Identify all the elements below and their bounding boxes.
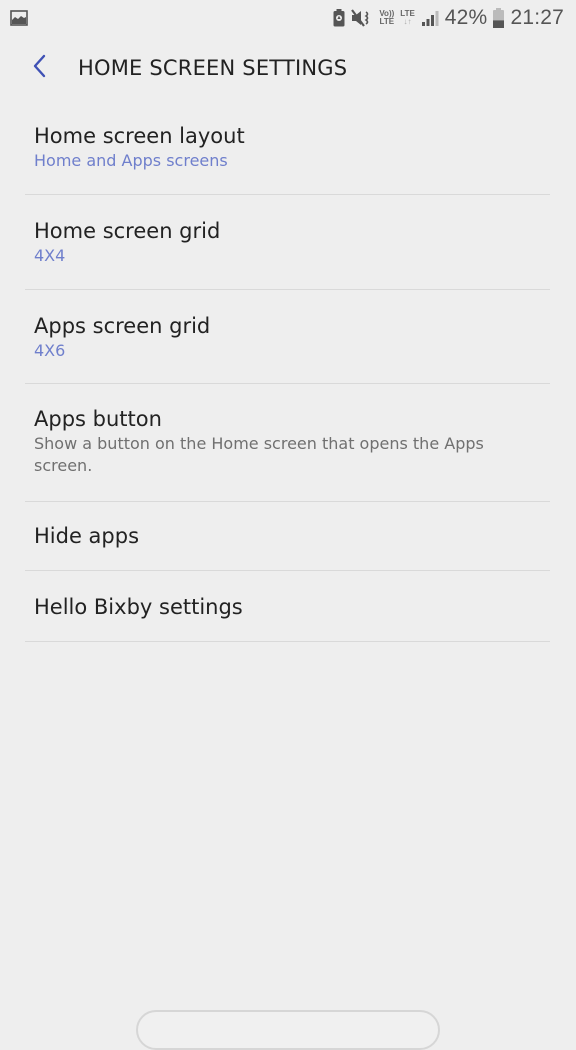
setting-title: Hide apps xyxy=(34,524,140,548)
volte-label-bottom: LTE xyxy=(379,17,395,26)
setting-title: Hello Bixby settings xyxy=(34,595,243,619)
page-title: HOME SCREEN SETTINGS xyxy=(78,56,348,80)
setting-apps-screen-grid[interactable]: Apps screen grid 4X6 xyxy=(25,290,550,384)
signal-icon xyxy=(421,9,439,27)
volte-icon: Vo)) LTE xyxy=(379,10,394,26)
setting-home-screen-grid[interactable]: Home screen grid 4X4 xyxy=(25,195,550,290)
setting-title: Home screen grid xyxy=(34,219,221,243)
back-button[interactable] xyxy=(18,46,62,90)
setting-title: Apps button xyxy=(34,407,162,431)
lte-data-icon: LTE ↓↑ xyxy=(400,10,415,26)
status-bar: Vo)) LTE LTE ↓↑ 42% 21:27 xyxy=(0,0,576,36)
battery-percent: 42% xyxy=(444,6,488,29)
setting-value: Home and Apps screens xyxy=(34,151,228,170)
mute-icon xyxy=(351,9,373,27)
setting-value: 4X6 xyxy=(34,341,66,360)
setting-value: 4X4 xyxy=(34,246,66,265)
home-button-hint[interactable] xyxy=(136,1010,440,1050)
setting-hello-bixby[interactable]: Hello Bixby settings xyxy=(25,571,550,642)
battery-saver-icon xyxy=(333,9,345,27)
app-bar: HOME SCREEN SETTINGS xyxy=(0,40,576,96)
battery-fill xyxy=(493,20,505,28)
setting-home-screen-layout[interactable]: Home screen layout Home and Apps screens xyxy=(25,100,550,195)
setting-apps-button[interactable]: Apps button Show a button on the Home sc… xyxy=(25,384,550,502)
status-bar-left xyxy=(10,10,28,26)
data-arrows-icon: ↓↑ xyxy=(403,17,412,26)
status-bar-right: Vo)) LTE LTE ↓↑ 42% 21:27 xyxy=(333,6,564,30)
setting-description: Show a button on the Home screen that op… xyxy=(34,434,484,475)
setting-title: Apps screen grid xyxy=(34,314,211,338)
setting-hide-apps[interactable]: Hide apps xyxy=(25,502,550,571)
clock: 21:27 xyxy=(510,6,564,29)
settings-list: Home screen layout Home and Apps screens… xyxy=(25,100,550,642)
battery-icon xyxy=(493,8,505,28)
setting-title: Home screen layout xyxy=(34,124,245,148)
chevron-left-icon xyxy=(32,53,48,83)
gallery-notification-icon xyxy=(10,10,28,26)
